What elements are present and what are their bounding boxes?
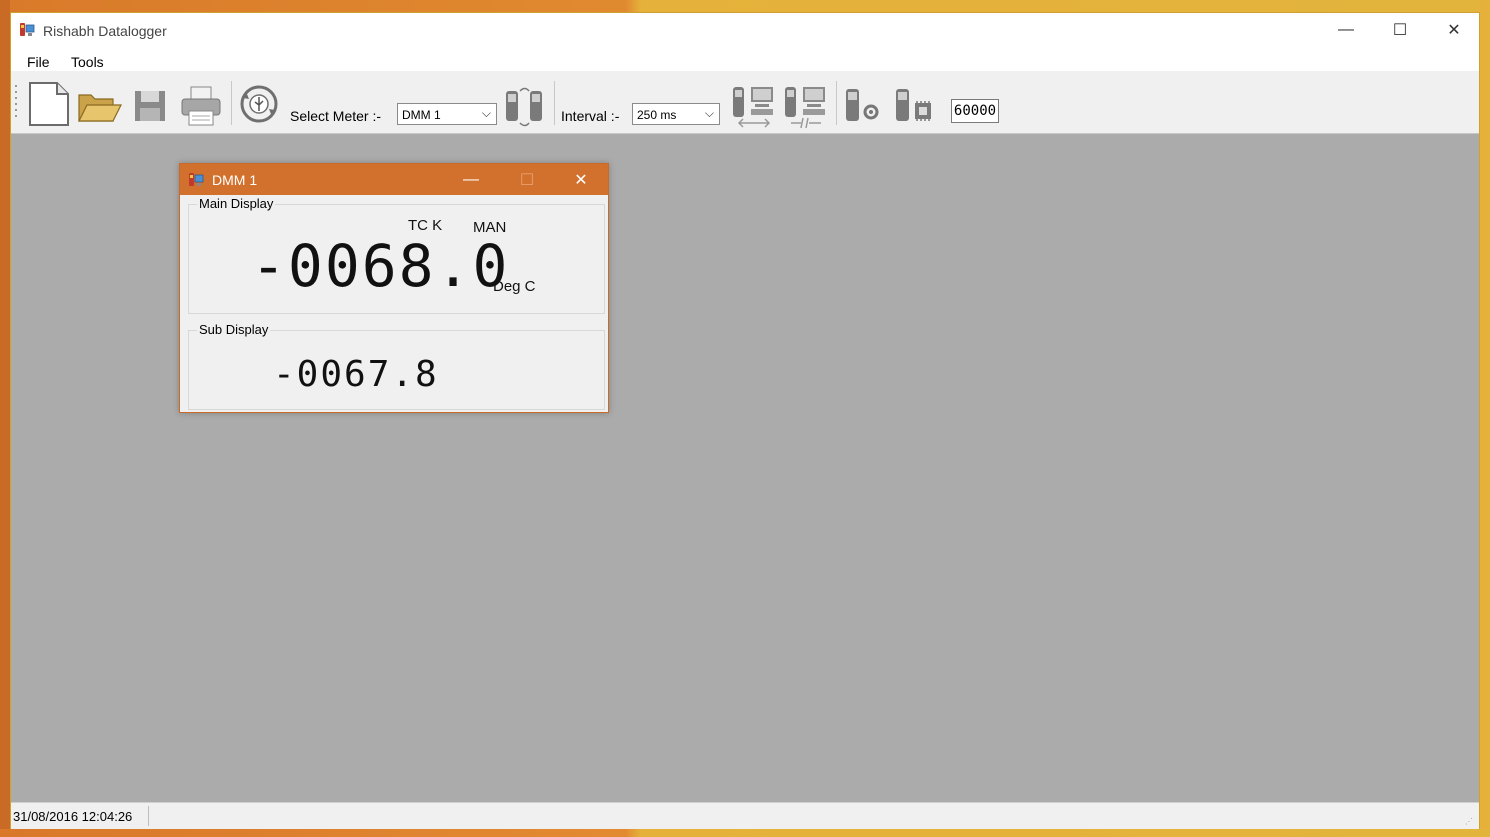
child-minimize-button[interactable]: — [448,164,494,195]
main-reading: -0068.0 [251,232,510,300]
toolbar-separator [836,81,837,125]
meter-pc-transfer-icon[interactable] [731,83,777,131]
main-display-group: Main Display TC K MAN -0068.0 Deg C [188,196,605,314]
save-icon[interactable] [133,89,167,123]
title-bar[interactable]: Rishabh Datalogger — ☐ ✕ [11,13,1479,47]
chevron-down-icon: ⌵ [481,106,491,120]
status-separator [148,806,149,826]
meter-app-icon [189,173,204,186]
meter-settings-icon[interactable] [843,85,883,127]
select-meter-value: DMM 1 [402,108,441,122]
sub-display-legend: Sub Display [197,322,271,337]
app-title: Rishabh Datalogger [43,23,167,39]
meter-memory-icon[interactable] [893,85,937,127]
select-meter-label: Select Meter :- [290,108,382,124]
new-file-icon[interactable] [27,81,71,127]
maximize-button[interactable]: ☐ [1377,13,1423,47]
desktop-bottom-edge [0,829,1490,837]
child-title-bar[interactable]: DMM 1 — ☐ ✕ [180,164,608,195]
unit-label: Deg C [493,278,536,295]
close-icon: ✕ [1447,22,1461,39]
interval-value: 250 ms [637,108,677,122]
status-bar: 31/08/2016 12:04:26 ⋰ [11,802,1479,829]
desktop-left-edge [0,0,10,837]
child-maximize-button: ☐ [504,164,550,195]
meter-pc-disconnect-icon[interactable] [783,83,829,131]
minimize-icon: — [463,170,479,188]
menu-tools[interactable]: Tools [71,54,104,70]
toolbar-grip-icon [15,85,17,117]
meter-swap-icon[interactable] [503,85,547,129]
toolbar-separator [554,81,555,125]
interval-label: Interval :- [561,108,620,124]
desktop-right-edge [1480,0,1490,837]
menu-bar: File Tools [11,47,1479,71]
select-meter-dropdown[interactable]: DMM 1 ⌵ [397,103,497,125]
close-button[interactable]: ✕ [1431,13,1477,47]
sub-reading: -0067.8 [273,354,439,395]
sub-display-group: Sub Display -0067.8 [188,322,605,410]
maximize-icon: ☐ [1392,22,1408,39]
dmm-child-window: DMM 1 — ☐ ✕ Main Display TC K MAN -0068.… [179,163,609,413]
close-icon: ✕ [574,171,588,189]
minimize-icon: — [1338,21,1354,38]
print-icon[interactable] [179,85,223,127]
menu-file[interactable]: File [27,54,50,70]
open-folder-icon[interactable] [77,91,123,123]
child-window-title: DMM 1 [212,172,258,188]
interval-dropdown[interactable]: 250 ms ⌵ [632,103,720,125]
usb-connect-icon[interactable] [239,84,279,124]
maximize-icon: ☐ [519,171,535,189]
chevron-down-icon: ⌵ [704,106,714,120]
main-window: Rishabh Datalogger — ☐ ✕ File Tools Sele… [10,12,1480,829]
app-logo-icon [20,23,35,36]
minimize-button[interactable]: — [1323,13,1369,47]
mdi-workspace: DMM 1 — ☐ ✕ Main Display TC K MAN -0068.… [11,134,1479,802]
sample-count-field[interactable]: 60000 [951,99,999,123]
main-display-legend: Main Display [197,196,276,211]
child-close-button[interactable]: ✕ [558,164,604,195]
toolbar: Select Meter :- DMM 1 ⌵ Interval :- 250 … [11,71,1479,134]
desktop-top-edge [0,0,1490,12]
status-datetime: 31/08/2016 12:04:26 [13,809,133,824]
toolbar-separator [231,81,232,125]
resize-grip-icon[interactable]: ⋰ [1465,817,1475,827]
